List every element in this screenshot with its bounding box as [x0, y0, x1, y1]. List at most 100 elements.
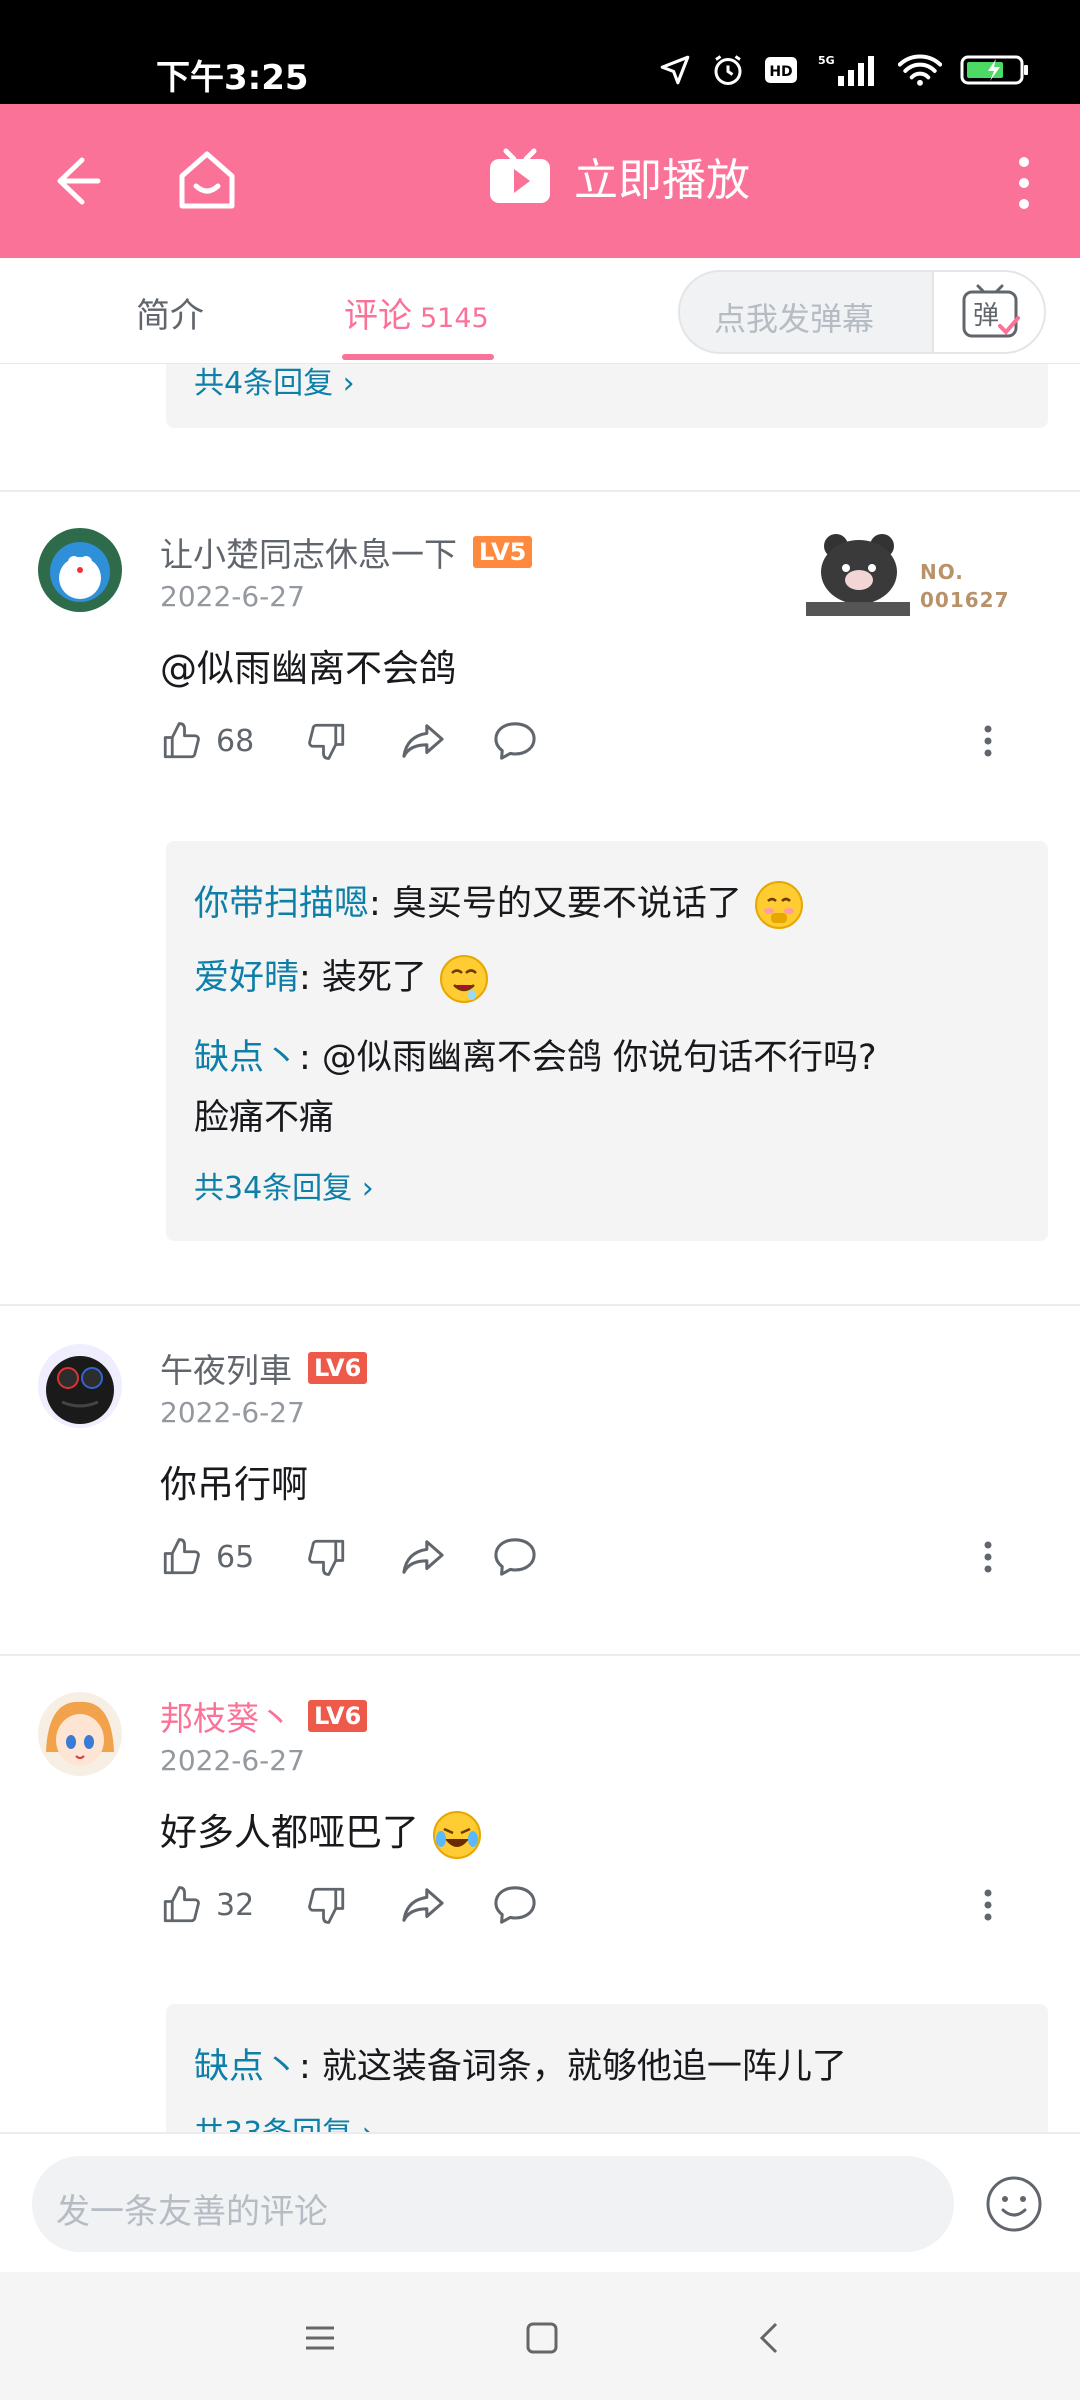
comment-icon — [494, 1886, 536, 1924]
fan-badge-id: 001627 — [920, 588, 1010, 612]
danmu-placeholder: 点我发弹幕 — [714, 300, 875, 338]
comment-actions: 65 — [160, 1536, 1010, 1586]
reply-author[interactable]: 缺点丶 — [194, 2047, 299, 2087]
divider — [0, 490, 1080, 492]
comment-text-label: 好多人都哑巴了 — [160, 1811, 419, 1854]
view-replies-link[interactable]: 共34条回复 › — [194, 1163, 374, 1207]
menu-nav-button[interactable] — [300, 2318, 340, 2358]
share-button[interactable] — [400, 720, 446, 762]
reply-author[interactable]: 缺点丶 — [194, 1038, 299, 1078]
view-replies-label: 共34条回复 — [194, 1171, 353, 1206]
reply-box: 缺点丶: 就这装备词条，就够他追一阵儿了 共33条回复 › — [166, 2004, 1048, 2132]
home-icon — [179, 151, 235, 209]
comment-item: 让小楚同志休息一下 LV5 2022-6-27 NO. 001627 @似雨幽离不… — [0, 528, 1080, 1241]
comment-more-button[interactable] — [980, 1536, 996, 1578]
share-button[interactable] — [400, 1884, 446, 1926]
emoji-button[interactable] — [984, 2174, 1044, 2234]
fan-badge-number: NO. 001627 — [920, 558, 1010, 614]
username[interactable]: 午夜列車 LV6 — [160, 1344, 368, 1392]
comment-date: 2022-6-27 — [160, 1744, 305, 1777]
share-button[interactable] — [400, 1536, 446, 1578]
drool-emoji-icon — [440, 955, 489, 1003]
like-button[interactable]: 68 — [160, 720, 254, 762]
thumbs-down-icon — [308, 1539, 345, 1576]
comment-date: 2022-6-27 — [160, 1396, 305, 1429]
reply-line-continued: 脸痛不痛 — [194, 1098, 335, 1138]
avatar[interactable] — [38, 528, 122, 612]
username[interactable]: 邦枝葵丶 LV6 — [160, 1692, 368, 1740]
reply-line: 你带扫描嗯: 臭买号的又要不说话了 — [194, 875, 805, 931]
reply-button[interactable] — [492, 1884, 538, 1926]
share-icon — [402, 1540, 444, 1574]
reply-text: : 就这装备词条，就够他追一阵儿了 — [299, 2047, 847, 2087]
reply-text: : @似雨幽离不会鸽 你说句话不行吗? — [299, 1038, 877, 1078]
reply-author[interactable]: 你带扫描嗯 — [194, 884, 369, 924]
thumbs-up-icon — [163, 1886, 200, 1923]
fan-badge-label: NO. — [920, 560, 964, 584]
tab-intro[interactable]: 简介 — [136, 288, 204, 337]
shy-emoji-icon — [755, 881, 804, 929]
reply-button[interactable] — [492, 1536, 538, 1578]
avatar[interactable] — [38, 1344, 122, 1428]
laugh-cry-emoji-icon — [432, 1810, 481, 1859]
more-vertical-icon — [984, 1889, 992, 1921]
system-nav-bar — [0, 2272, 1080, 2400]
like-button[interactable]: 32 — [160, 1884, 254, 1926]
signal-icon: 5G — [816, 52, 880, 92]
level-badge: LV5 — [473, 536, 533, 568]
reply-line: 缺点丶: @似雨幽离不会鸽 你说句话不行吗? — [194, 1029, 877, 1080]
avatar[interactable] — [38, 1692, 122, 1776]
dislike-button[interactable] — [306, 1884, 348, 1926]
tab-comments[interactable]: 评论 5145 — [344, 288, 489, 337]
divider — [0, 1304, 1080, 1306]
square-icon — [526, 2322, 558, 2354]
network-type: 5G — [818, 54, 835, 67]
menu-icon — [306, 2326, 334, 2350]
view-replies-link[interactable]: 共4条回复 › — [194, 364, 355, 402]
like-count: 68 — [216, 723, 255, 759]
danmu-input[interactable]: 点我发弹幕 弹 — [678, 270, 1046, 354]
comment-more-button[interactable] — [980, 720, 996, 762]
comment-input[interactable]: 发一条友善的评论 — [32, 2156, 954, 2252]
frog-avatar-icon — [38, 1344, 122, 1428]
share-icon — [402, 724, 444, 758]
more-vertical-icon — [1019, 157, 1029, 209]
view-replies-link[interactable]: 共33条回复 › — [194, 2108, 374, 2132]
thumbs-up-icon — [163, 722, 200, 759]
smiley-icon — [986, 2176, 1042, 2232]
tab-bar: 简介 评论 5145 点我发弹幕 弹 — [0, 258, 1080, 364]
doraemon-avatar-icon — [38, 528, 122, 612]
reply-box: 共4条回复 › — [166, 364, 1048, 428]
back-nav-button[interactable] — [750, 2318, 790, 2358]
thumbs-down-icon — [308, 1887, 345, 1924]
danmu-icon-label: 弹 — [973, 301, 999, 331]
play-now-button[interactable]: 立即播放 — [488, 144, 750, 208]
like-count: 65 — [216, 1539, 255, 1575]
danmu-toggle-button[interactable]: 弹 — [932, 272, 1044, 352]
comment-item: 午夜列車 LV6 2022-6-27 你吊行啊 65 — [0, 1344, 1080, 1584]
reply-box: 你带扫描嗯: 臭买号的又要不说话了 爱好晴: 装死了 缺点丶: @似雨幽离不会鸽… — [166, 841, 1048, 1241]
thumbs-down-icon — [308, 723, 345, 760]
reply-button[interactable] — [492, 720, 538, 762]
wifi-icon — [897, 53, 943, 91]
battery-icon — [960, 53, 1030, 91]
like-count: 32 — [216, 1887, 255, 1923]
divider — [0, 1654, 1080, 1656]
share-icon — [402, 1888, 444, 1922]
dislike-button[interactable] — [306, 1536, 348, 1578]
reply-text: : 臭买号的又要不说话了 — [369, 884, 742, 924]
level-badge: LV6 — [308, 1352, 368, 1384]
arrow-left-icon — [57, 157, 101, 205]
tv-play-icon — [490, 148, 550, 203]
reply-author[interactable]: 爱好晴 — [194, 958, 299, 998]
back-button[interactable] — [44, 146, 114, 216]
home-button[interactable] — [170, 144, 244, 218]
home-nav-button[interactable] — [522, 2318, 562, 2358]
like-button[interactable]: 65 — [160, 1536, 254, 1578]
more-menu-button[interactable] — [1004, 148, 1044, 218]
username[interactable]: 让小楚同志休息一下 LV5 — [160, 528, 533, 576]
comment-input-placeholder: 发一条友善的评论 — [56, 2192, 328, 2232]
reply-line: 缺点丶: 就这装备词条，就够他追一阵儿了 — [194, 2038, 847, 2089]
dislike-button[interactable] — [306, 720, 348, 762]
comment-more-button[interactable] — [980, 1884, 996, 1926]
